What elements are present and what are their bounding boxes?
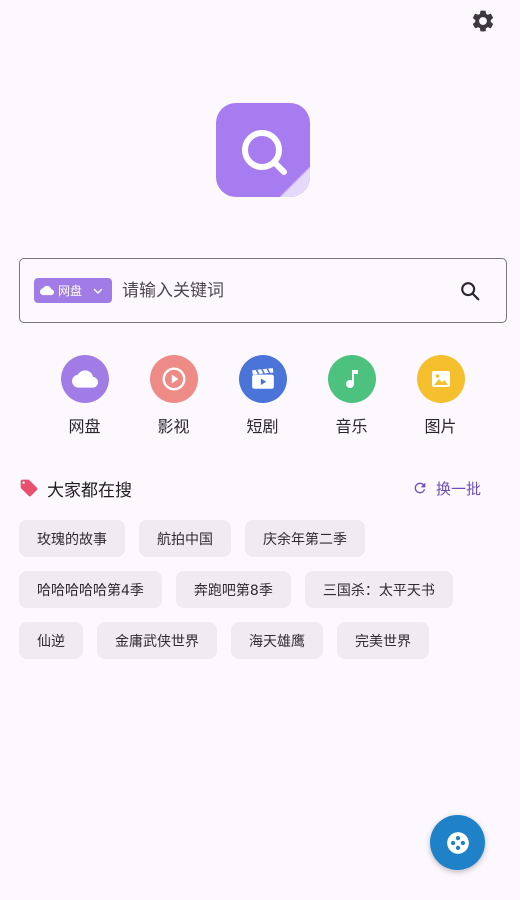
category-video[interactable]: 影视 xyxy=(129,355,218,437)
category-cloud-drive[interactable]: 网盘 xyxy=(40,355,129,437)
search-button[interactable] xyxy=(448,269,492,313)
gear-icon xyxy=(472,10,494,32)
category-label: 网盘 xyxy=(68,417,101,436)
category-image[interactable]: 图片 xyxy=(396,355,485,437)
refresh-icon xyxy=(414,482,426,494)
clapperboard-icon xyxy=(251,368,274,389)
hot-tag[interactable]: 庆余年第二季 xyxy=(245,520,365,557)
category-label: 影视 xyxy=(157,417,190,436)
category-icon-circle xyxy=(149,355,198,403)
search-scope-dropdown[interactable]: 网盘 xyxy=(34,278,113,303)
image-icon xyxy=(431,371,450,387)
category-icon-circle xyxy=(327,355,376,403)
hot-search-title: 大家都在搜 xyxy=(47,480,132,501)
play-icon xyxy=(162,367,185,391)
hot-tag[interactable]: 金庸武侠世界 xyxy=(97,622,217,659)
refresh-button[interactable]: 换一批 xyxy=(412,478,481,499)
search-icon xyxy=(461,281,480,300)
category-icon-circle xyxy=(416,355,465,403)
app-logo xyxy=(216,103,310,197)
game-fab-button[interactable] xyxy=(430,815,485,870)
home-screen: 网盘 网盘 xyxy=(0,0,520,900)
category-row: 网盘 影视 短剧 音乐 图片 xyxy=(40,355,485,437)
category-label: 音乐 xyxy=(335,417,368,436)
music-note-icon xyxy=(345,370,358,389)
hot-search-tags: 玫瑰的故事 航拍中国 庆余年第二季 哈哈哈哈哈第4季 奔跑吧第8季 三国杀：太平… xyxy=(19,520,504,659)
category-music[interactable]: 音乐 xyxy=(307,355,396,437)
chevron-down-icon xyxy=(93,288,103,294)
hot-tag[interactable]: 三国杀：太平天书 xyxy=(304,571,453,608)
page-fold-decoration xyxy=(280,167,310,197)
hot-tag[interactable]: 哈哈哈哈哈第4季 xyxy=(19,571,162,608)
game-controller-icon xyxy=(446,831,469,854)
category-short-drama[interactable]: 短剧 xyxy=(218,355,307,437)
hot-tag[interactable]: 奔跑吧第8季 xyxy=(175,571,291,608)
search-scope-label: 网盘 xyxy=(58,284,83,298)
refresh-label: 换一批 xyxy=(435,479,481,498)
search-input[interactable] xyxy=(122,280,448,301)
hot-tag[interactable]: 玫瑰的故事 xyxy=(19,520,125,557)
hot-search-header: 大家都在搜 换一批 xyxy=(19,474,481,502)
cloud-icon xyxy=(71,370,98,388)
hot-tag[interactable]: 仙逆 xyxy=(19,622,83,659)
hot-tag[interactable]: 航拍中国 xyxy=(139,520,231,557)
cloud-icon xyxy=(40,285,54,296)
search-bar: 网盘 xyxy=(19,258,507,323)
tag-icon xyxy=(20,479,38,497)
settings-button[interactable] xyxy=(468,6,498,36)
hot-tag[interactable]: 海天雄鹰 xyxy=(231,622,323,659)
category-icon-circle xyxy=(60,355,109,403)
hot-tag[interactable]: 完美世界 xyxy=(337,622,429,659)
category-label: 图片 xyxy=(424,417,457,436)
category-icon-circle xyxy=(238,355,287,403)
category-label: 短剧 xyxy=(246,417,279,436)
